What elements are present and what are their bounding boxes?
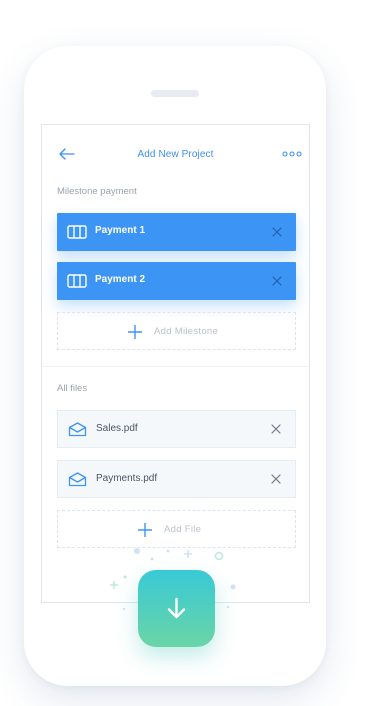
section-divider [42, 366, 309, 367]
add-file-button[interactable]: Add File [57, 510, 296, 548]
close-icon[interactable] [271, 474, 281, 484]
milestone-item-payment-2[interactable]: Payment 2 [57, 262, 296, 300]
files-section-label: All files [57, 383, 88, 394]
file-item-sales[interactable]: Sales.pdf [57, 410, 296, 448]
milestone-item-label: Payment 2 [95, 274, 146, 285]
close-icon[interactable] [272, 276, 282, 286]
file-item-payments[interactable]: Payments.pdf [57, 460, 296, 498]
columns-icon [67, 225, 87, 239]
plus-icon [138, 523, 152, 537]
file-item-label: Payments.pdf [96, 473, 158, 484]
add-file-label: Add File [164, 524, 202, 535]
envelope-icon [68, 422, 87, 437]
close-icon[interactable] [271, 424, 281, 434]
file-item-label: Sales.pdf [96, 423, 138, 434]
envelope-icon [68, 472, 87, 487]
more-options-icon[interactable] [282, 151, 302, 157]
close-icon[interactable] [272, 227, 282, 237]
arrow-down-icon [167, 597, 186, 619]
milestone-section-label: Milestone payment [57, 186, 137, 197]
add-milestone-button[interactable]: Add Milestone [57, 312, 296, 350]
download-fab-button[interactable] [138, 570, 215, 647]
milestone-item-label: Payment 1 [95, 225, 146, 236]
phone-speaker [151, 90, 199, 97]
add-milestone-label: Add Milestone [154, 326, 219, 337]
plus-icon [128, 325, 142, 339]
columns-icon [67, 274, 87, 288]
milestone-item-payment-1[interactable]: Payment 1 [57, 213, 296, 251]
